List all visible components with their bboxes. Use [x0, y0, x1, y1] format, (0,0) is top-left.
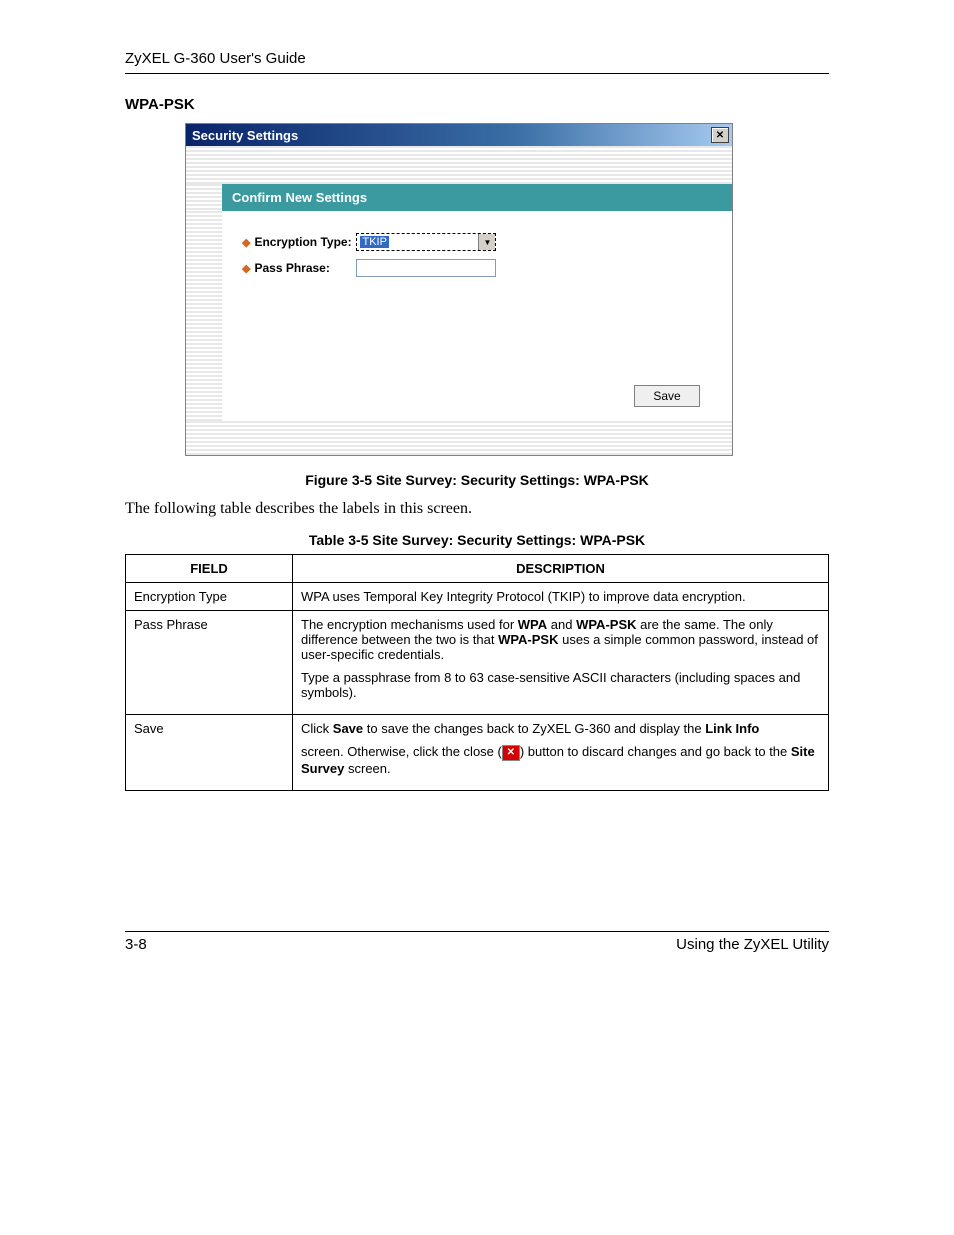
bullet-icon: ◆ — [242, 236, 250, 249]
section-title-wpa-psk: WPA-PSK — [125, 96, 829, 113]
dialog-left-gradient — [186, 211, 222, 421]
text-fragment: to save the changes back to ZyXEL G-360 … — [363, 721, 705, 736]
cell-field: Save — [126, 715, 293, 791]
text-fragment: Click — [301, 721, 333, 736]
text-fragment: screen. — [344, 761, 390, 776]
bold-text: WPA-PSK — [498, 632, 558, 647]
close-button[interactable]: ✕ — [711, 127, 729, 143]
text-fragment: and — [547, 617, 576, 632]
intro-text: The following table describes the labels… — [125, 500, 829, 518]
page-number: 3-8 — [125, 936, 147, 953]
table-caption: Table 3-5 Site Survey: Security Settings… — [125, 532, 829, 548]
dropdown-arrow-icon: ▼ — [478, 234, 495, 250]
text-fragment: The encryption mechanisms used for — [301, 617, 518, 632]
encryption-type-label: Encryption Type: — [254, 235, 356, 249]
cell-description: Click Save to save the changes back to Z… — [293, 715, 829, 791]
bold-text: Link Info — [705, 721, 759, 736]
confirm-heading: Confirm New Settings — [222, 184, 732, 211]
cell-description: WPA uses Temporal Key Integrity Protocol… — [293, 583, 829, 611]
th-description: DESCRIPTION — [293, 555, 829, 583]
dialog-titlebar: Security Settings ✕ — [186, 124, 732, 146]
cell-description: The encryption mechanisms used for WPA a… — [293, 611, 829, 715]
table-row: Encryption Type WPA uses Temporal Key In… — [126, 583, 829, 611]
footer-section: Using the ZyXEL Utility — [676, 936, 829, 953]
security-settings-dialog: Security Settings ✕ Confirm New Settings… — [185, 123, 733, 456]
table-header-row: FIELD DESCRIPTION — [126, 555, 829, 583]
description-table: FIELD DESCRIPTION Encryption Type WPA us… — [125, 554, 829, 791]
passphrase-label: Pass Phrase: — [254, 261, 356, 275]
figure-caption: Figure 3-5 Site Survey: Security Setting… — [125, 472, 829, 488]
page-footer: 3-8 Using the ZyXEL Utility — [125, 931, 829, 953]
passphrase-input[interactable] — [356, 259, 496, 277]
bold-text: Save — [333, 721, 363, 736]
encryption-type-value: TKIP — [360, 236, 388, 248]
cell-field: Pass Phrase — [126, 611, 293, 715]
dialog-title: Security Settings — [192, 128, 298, 143]
table-row: Save Click Save to save the changes back… — [126, 715, 829, 791]
text-fragment: screen. Otherwise, click the close ( — [301, 744, 502, 759]
encryption-type-dropdown[interactable]: TKIP ▼ — [356, 233, 496, 251]
bold-text: WPA-PSK — [576, 617, 636, 632]
close-icon: ✕ — [716, 130, 724, 141]
bold-text: WPA — [518, 617, 547, 632]
dialog-bottom-gradient — [186, 421, 732, 455]
bullet-icon: ◆ — [242, 262, 250, 275]
save-button[interactable]: Save — [634, 385, 700, 407]
close-icon: ✕ — [502, 745, 520, 761]
text-fragment: ) button to discard changes and go back … — [520, 744, 791, 759]
table-row: Pass Phrase The encryption mechanisms us… — [126, 611, 829, 715]
dialog-top-gradient — [186, 146, 732, 184]
th-field: FIELD — [126, 555, 293, 583]
text-paragraph: Type a passphrase from 8 to 63 case-sens… — [301, 670, 820, 700]
header-guide: ZyXEL G-360 User's Guide — [125, 50, 829, 74]
cell-field: Encryption Type — [126, 583, 293, 611]
